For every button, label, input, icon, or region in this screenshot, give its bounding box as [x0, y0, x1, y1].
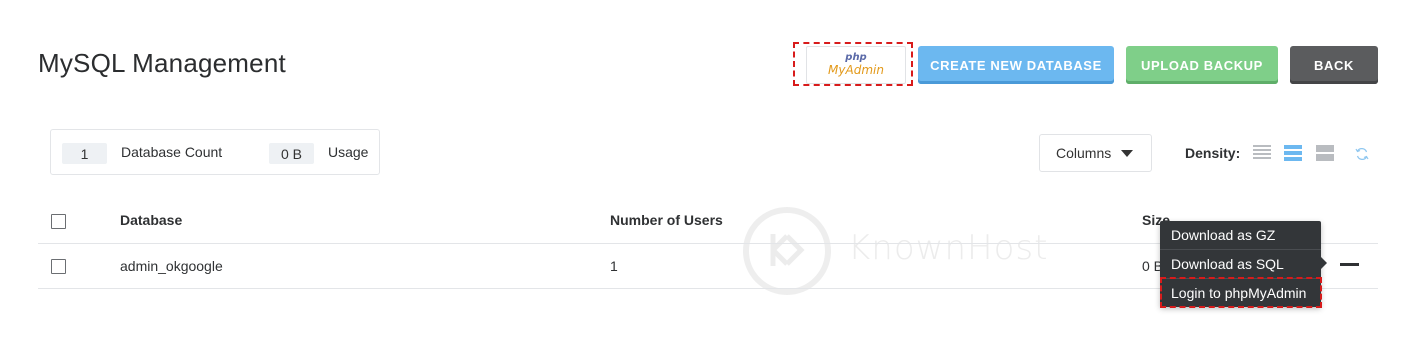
density-standard-icon[interactable] [1284, 145, 1302, 162]
select-all-checkbox[interactable] [51, 214, 66, 229]
database-count-label: Database Count [121, 144, 223, 160]
page-title: MySQL Management [38, 48, 286, 78]
login-phpmyadmin-highlight-box [1160, 277, 1322, 308]
database-name-cell: admin_okgoogle [120, 258, 223, 274]
usage-value: 0 B [269, 143, 314, 164]
phpmyadmin-logo-php: php [845, 52, 867, 63]
number-of-users-cell: 1 [610, 258, 618, 274]
density-label: Density: [1185, 145, 1241, 161]
phpmyadmin-button[interactable]: php MyAdmin [806, 46, 906, 84]
upload-backup-button[interactable]: UPLOAD BACKUP [1126, 46, 1278, 84]
create-new-database-button[interactable]: CREATE NEW DATABASE [918, 46, 1114, 84]
caret-down-icon [1121, 150, 1133, 157]
column-header-number-of-users[interactable]: Number of Users [610, 212, 723, 228]
columns-label: Columns [1056, 145, 1112, 161]
columns-dropdown[interactable]: Columns [1039, 134, 1152, 172]
usage-label: Usage [328, 144, 369, 160]
density-compact-icon[interactable] [1253, 145, 1271, 162]
menu-item-download-gz[interactable]: Download as GZ [1160, 221, 1321, 249]
stats-summary: 1 Database Count 0 B Usage [50, 129, 380, 175]
row-actions-dash-icon[interactable] [1340, 263, 1359, 266]
database-count-value: 1 [62, 143, 107, 164]
density-comfortable-icon[interactable] [1316, 145, 1334, 162]
phpmyadmin-logo-myadmin: MyAdmin [828, 63, 884, 77]
menu-item-download-sql[interactable]: Download as SQL [1160, 250, 1321, 278]
menu-pointer-arrow [1321, 257, 1327, 269]
refresh-icon[interactable] [1355, 147, 1369, 161]
column-header-database[interactable]: Database [120, 212, 182, 228]
row-checkbox[interactable] [51, 259, 66, 274]
back-button[interactable]: BACK [1290, 46, 1378, 84]
